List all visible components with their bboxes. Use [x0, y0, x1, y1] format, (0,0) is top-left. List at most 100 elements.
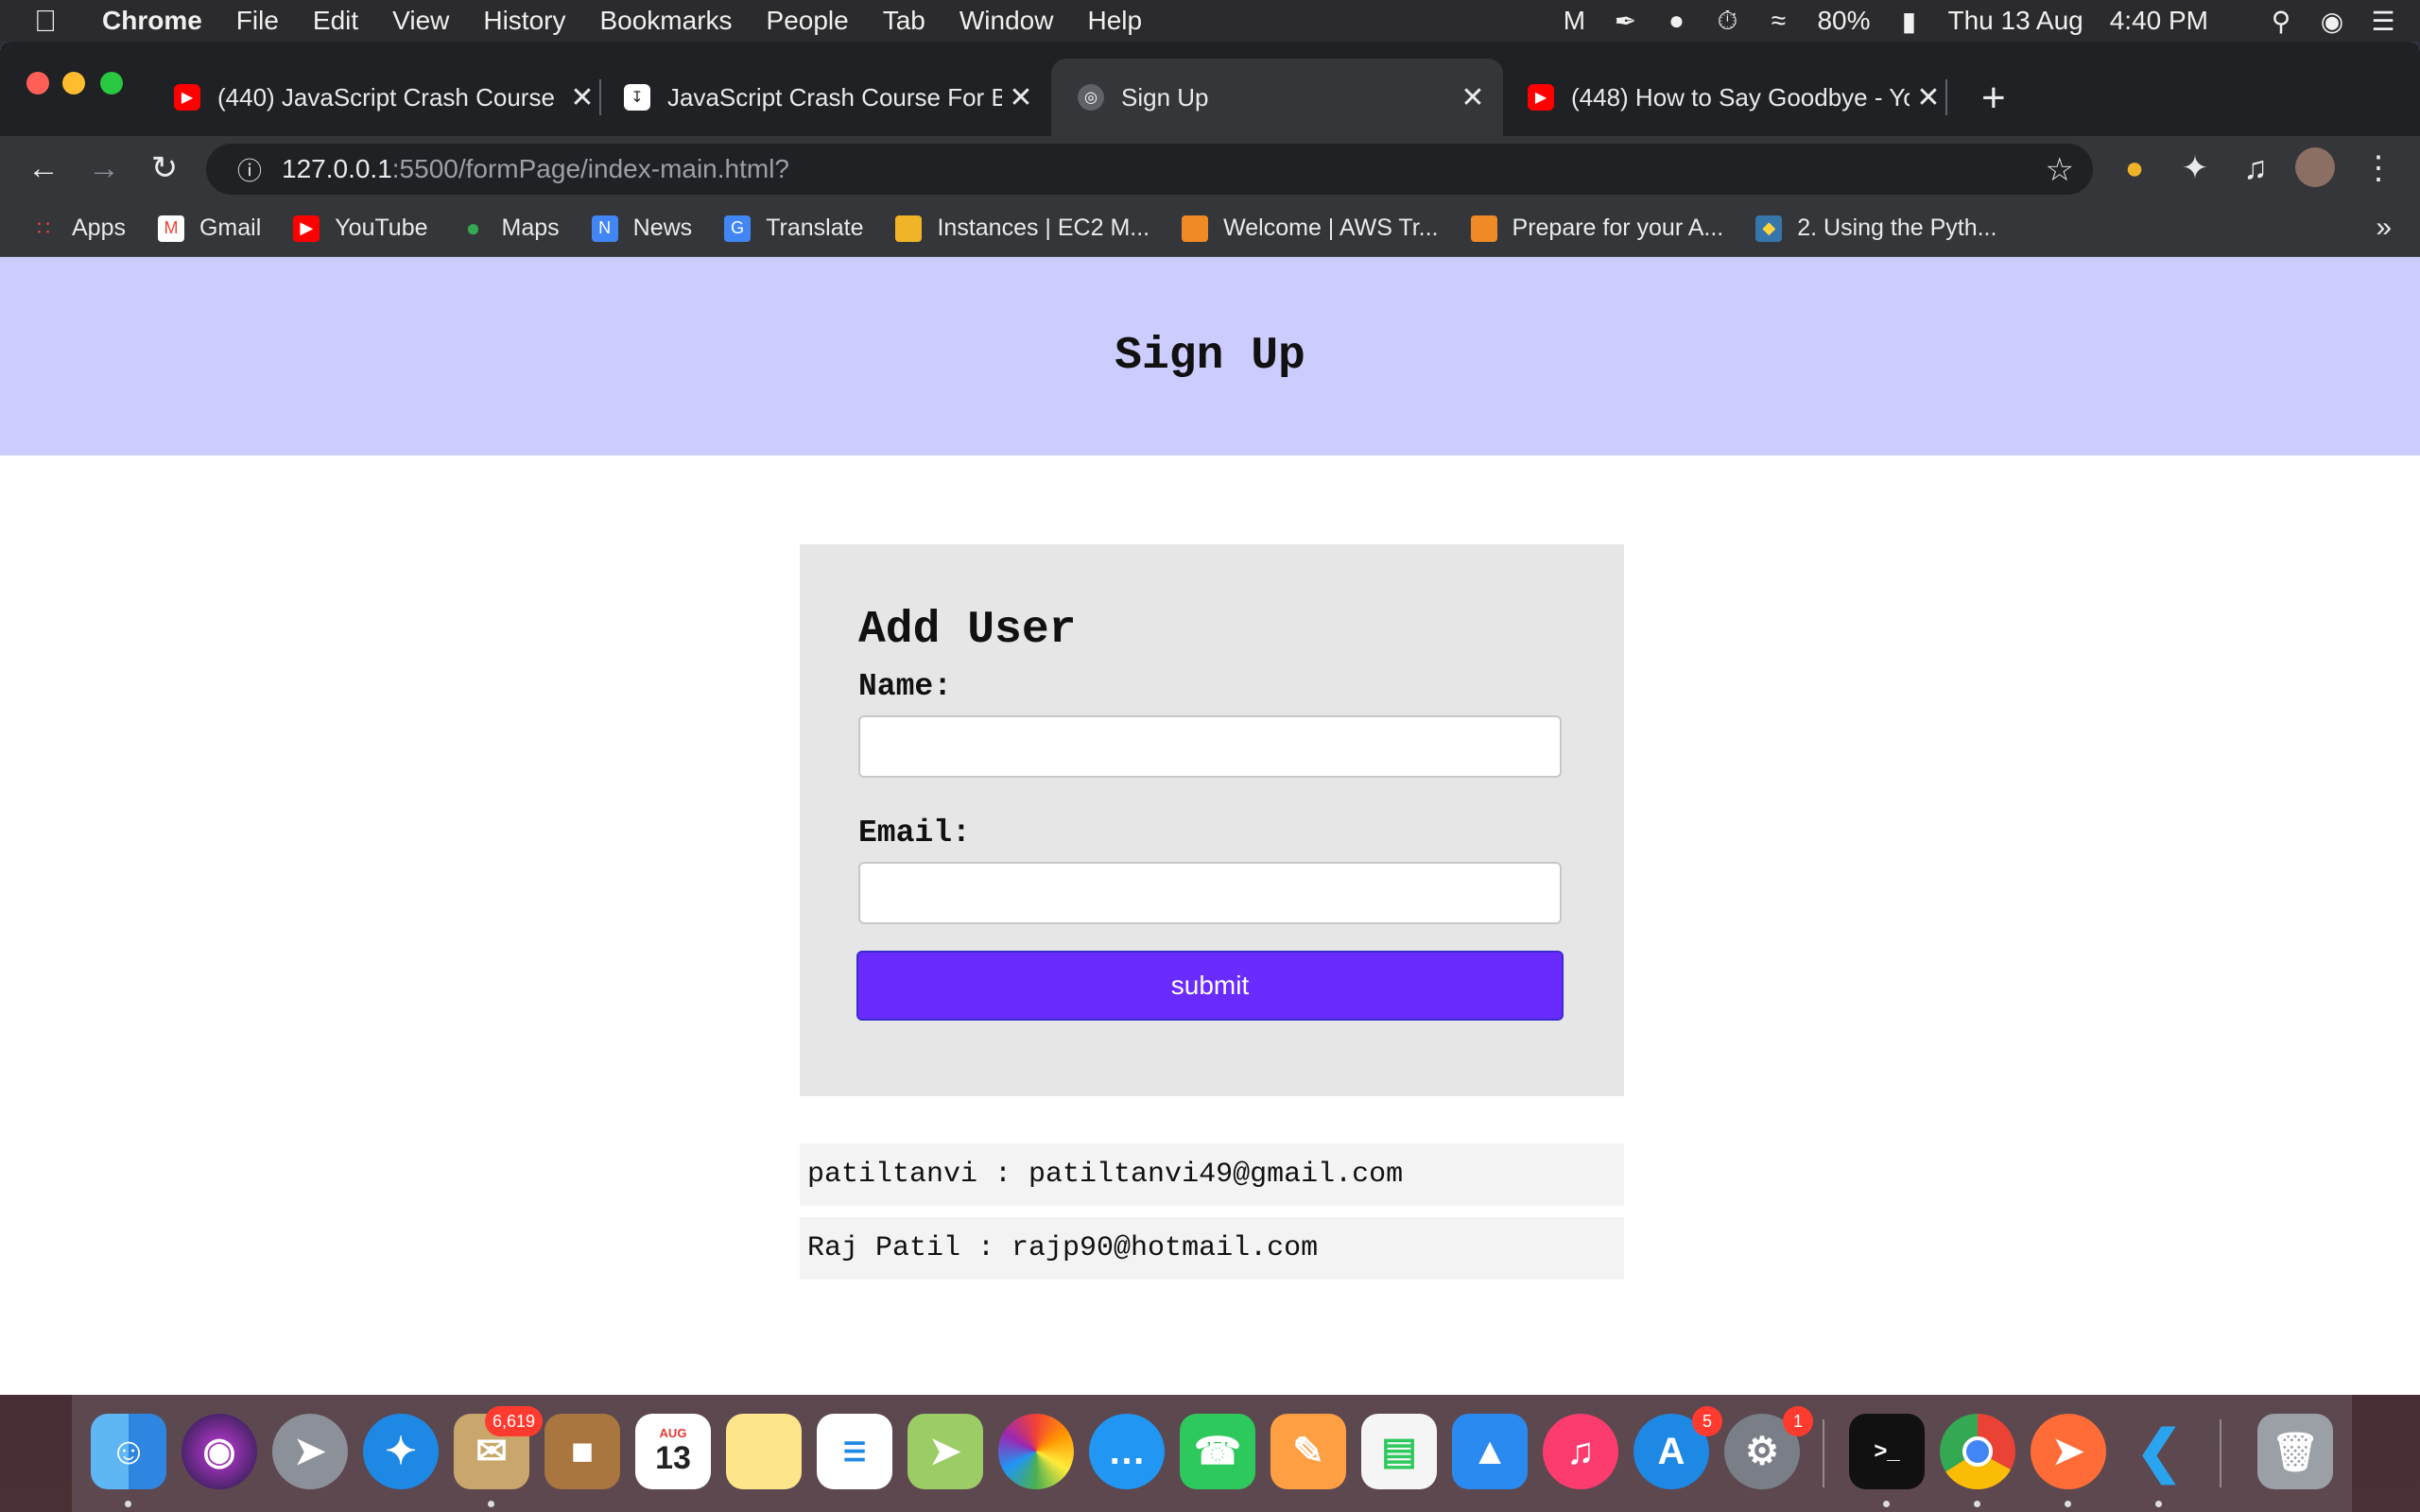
menu-edit[interactable]: Edit	[296, 0, 375, 42]
finder-icon[interactable]: ☺	[91, 1414, 166, 1489]
contacts-book-icon[interactable]: ■	[544, 1414, 620, 1489]
tab-close-icon[interactable]: ✕	[1454, 81, 1492, 114]
bookmark-gmail[interactable]: M Gmail	[157, 215, 261, 242]
numbers-chart-icon[interactable]: ▤	[1361, 1414, 1437, 1489]
mail-stamp-icon[interactable]: ✉ 6,619	[454, 1406, 543, 1489]
menu-people[interactable]: People	[750, 0, 866, 42]
menubar-time[interactable]: 4:40 PM	[2097, 6, 2221, 36]
keynote-podium-icon[interactable]: ▲	[1452, 1414, 1528, 1489]
app-store-icon[interactable]: A5	[1634, 1406, 1722, 1489]
new-tab-button[interactable]: +	[1981, 77, 2006, 119]
system-preferences-gear-icon[interactable]: ⚙ 1	[1724, 1406, 1813, 1489]
tab-strip: ▶ (440) JavaScript Crash Course ✕ ↧ Java…	[0, 42, 2420, 136]
bookmark-prepare-aws[interactable]: Prepare for your A...	[1470, 215, 1723, 242]
download-icon: ↧	[624, 84, 650, 111]
page-header: Sign Up	[0, 257, 2420, 455]
siri-app-icon[interactable]: ◉	[182, 1414, 257, 1489]
media-queue-icon[interactable]: ♫	[2235, 147, 2276, 189]
email-label: Email:	[858, 816, 971, 850]
reminders-list-icon[interactable]: ☰	[817, 1414, 892, 1489]
pen-tool-icon[interactable]: ✒	[1599, 6, 1651, 37]
tab-how-to-say-goodbye[interactable]: ▶ (448) How to Say Goodbye - Yo ✕	[1512, 59, 1947, 136]
menu-app-name[interactable]: Chrome	[91, 0, 219, 42]
notification-center-icon[interactable]: ☰	[2358, 6, 2409, 37]
tab-separator	[599, 79, 601, 115]
menu-bookmarks[interactable]: Bookmarks	[582, 0, 749, 42]
bookmark-apps[interactable]: ∷ Apps	[30, 215, 126, 242]
window-close-button[interactable]	[26, 72, 49, 94]
app-store-badge: 5	[1692, 1406, 1722, 1436]
user-list-item: patiltanvi : patiltanvi49@gmail.com	[800, 1143, 1624, 1206]
photos-flower-icon[interactable]	[998, 1414, 1074, 1489]
time-machine-icon[interactable]: ⏱	[1702, 6, 1753, 37]
extensions-puzzle-icon[interactable]: ✦	[2174, 147, 2216, 189]
forward-arrow-icon[interactable]: →	[83, 147, 125, 189]
apple-menu-icon[interactable]: 	[34, 0, 91, 42]
bookmark-maps[interactable]: ● Maps	[460, 214, 560, 242]
email-input[interactable]	[858, 862, 1562, 924]
lens-extension-icon[interactable]: ●	[2114, 147, 2155, 189]
address-bar[interactable]: ⓘ 127.0.0.1:5500/formPage/index-main.htm…	[206, 144, 2093, 195]
tab-title: (448) How to Say Goodbye - Yo	[1571, 82, 1910, 112]
music-note-icon[interactable]: ♫	[1543, 1414, 1618, 1489]
bookmark-star-icon[interactable]: ☆	[2046, 151, 2074, 189]
window-minimize-button[interactable]	[62, 72, 85, 94]
notes-icon[interactable]	[726, 1414, 802, 1489]
name-label: Name:	[858, 669, 953, 704]
tab-sign-up[interactable]: ◎ Sign Up ✕	[1051, 59, 1503, 136]
bookmark-instances-ec2[interactable]: Instances | EC2 M...	[895, 215, 1150, 242]
messages-bubble-icon[interactable]: …	[1089, 1414, 1165, 1489]
reload-icon[interactable]: ↻	[144, 147, 185, 189]
profile-avatar[interactable]	[2295, 147, 2335, 187]
bookmark-youtube[interactable]: ▶ YouTube	[293, 215, 428, 242]
globe-icon: ◎	[1078, 84, 1104, 111]
safari-compass-icon[interactable]: ✦	[363, 1414, 439, 1489]
bookmark-translate[interactable]: G Translate	[724, 215, 863, 242]
page-title: Sign Up	[1115, 331, 1305, 382]
calendar-icon[interactable]: AUG 13	[635, 1414, 711, 1489]
menu-tab[interactable]: Tab	[866, 0, 942, 42]
tab-close-icon[interactable]: ✕	[1910, 81, 1947, 114]
chrome-icon[interactable]	[1940, 1414, 2015, 1489]
tab-close-icon[interactable]: ✕	[563, 81, 601, 114]
terminal-icon[interactable]: >_	[1849, 1414, 1925, 1489]
aws-cube-icon	[1470, 215, 1497, 242]
web-page: Sign Up Add User Name: Email: submit pat…	[0, 257, 2420, 1395]
more-menu-icon[interactable]: ⋮	[2358, 147, 2399, 189]
pages-icon[interactable]: ✎	[1270, 1414, 1346, 1489]
back-arrow-icon[interactable]: ←	[23, 147, 64, 189]
spotlight-search-icon[interactable]: ⚲	[2256, 6, 2307, 37]
bookmark-using-python[interactable]: ◆ 2. Using the Pyth...	[1755, 215, 1996, 242]
evernote-elephant-icon[interactable]: ●	[1651, 6, 1702, 36]
maps-app-icon[interactable]: ➤	[908, 1414, 983, 1489]
vscode-icon[interactable]: ❮	[2121, 1414, 2197, 1489]
tab-close-icon[interactable]: ✕	[1002, 81, 1040, 114]
tab-javascript-crash-course-youtube[interactable]: ▶ (440) JavaScript Crash Course ✕	[155, 59, 601, 136]
bookmark-welcome-aws[interactable]: Welcome | AWS Tr...	[1182, 215, 1439, 242]
window-maximize-button[interactable]	[100, 72, 123, 94]
malwarebytes-icon[interactable]: M	[1548, 6, 1599, 36]
menubar-date[interactable]: Thu 13 Aug	[1934, 6, 2096, 36]
menu-window[interactable]: Window	[942, 0, 1071, 42]
maps-pin-icon: ●	[465, 214, 481, 242]
menu-help[interactable]: Help	[1070, 0, 1159, 42]
bookmark-news[interactable]: N News	[591, 215, 692, 242]
submit-button[interactable]: submit	[856, 951, 1564, 1021]
battery-icon[interactable]: ▮	[1883, 6, 1934, 37]
tab-javascript-crash-course-download[interactable]: ↧ JavaScript Crash Course For Be ✕	[605, 59, 1040, 136]
menu-history[interactable]: History	[466, 0, 582, 42]
facetime-camera-icon[interactable]: ☎	[1180, 1414, 1255, 1489]
trash-icon[interactable]: 🗑	[2257, 1414, 2333, 1489]
launchpad-rocket-icon[interactable]: ➤	[272, 1414, 348, 1489]
site-info-icon[interactable]: ⓘ	[225, 152, 274, 187]
bookmarks-bar: ∷ Apps M Gmail ▶ YouTube ● Maps N News G…	[0, 200, 2420, 257]
aws-box-icon	[895, 215, 923, 242]
postman-icon[interactable]: ➤	[2031, 1414, 2106, 1489]
bookmarks-overflow-chevron-icon[interactable]: »	[2376, 212, 2392, 244]
menu-view[interactable]: View	[375, 0, 466, 42]
name-input[interactable]	[858, 715, 1562, 778]
bookmark-label: Translate	[766, 215, 864, 241]
wifi-icon[interactable]: ≈	[1753, 6, 1804, 36]
menu-file[interactable]: File	[219, 0, 296, 42]
siri-icon[interactable]: ◉	[2307, 6, 2358, 37]
